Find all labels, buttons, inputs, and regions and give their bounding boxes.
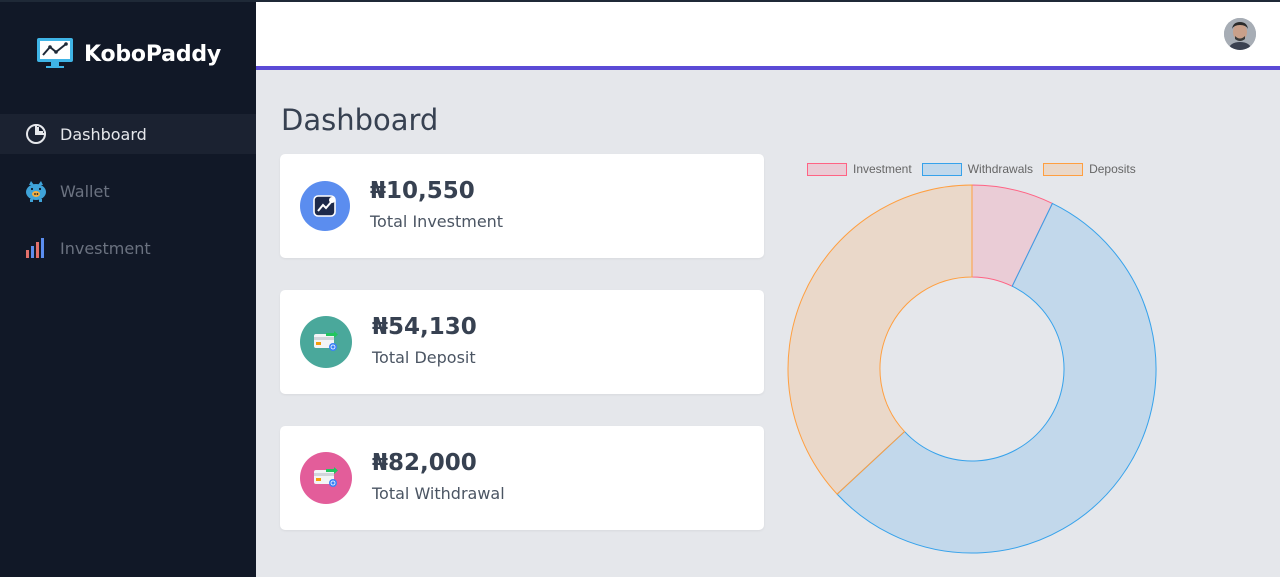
sidebar-item-label: Investment (60, 238, 151, 258)
header-accent-line (256, 66, 1280, 70)
sidebar: KoboPaddy Dashboard Wallet Investment (0, 0, 256, 577)
sidebar-item-wallet[interactable]: Wallet (0, 171, 256, 211)
monitor-chart-logo-icon (37, 38, 73, 68)
card-icon-circle (300, 181, 350, 231)
sidebar-item-label: Wallet (60, 181, 110, 201)
total-deposit-label: Total Deposit (372, 348, 476, 367)
piggy-bank-icon (24, 179, 48, 203)
total-withdrawal-card: ₦82,000 Total Withdrawal (280, 426, 764, 530)
sidebar-item-dashboard[interactable]: Dashboard (0, 114, 256, 154)
total-withdrawal-value: ₦82,000 (372, 450, 477, 476)
sidebar-item-label: Dashboard (60, 124, 147, 144)
window-top-border (0, 0, 1280, 2)
page-title: Dashboard (281, 103, 439, 137)
sidebar-item-investment[interactable]: Investment (0, 228, 256, 268)
total-investment-value: ₦10,550 (370, 178, 475, 204)
brand[interactable]: KoboPaddy (35, 37, 221, 71)
doughnut-chart: Investment Withdrawals Deposits (780, 154, 1164, 564)
card-icon-circle (300, 316, 352, 368)
bar-chart-icon (24, 236, 48, 260)
chart-slice-deposits[interactable] (787, 184, 973, 495)
card-icon-circle (300, 452, 352, 504)
total-investment-label: Total Investment (370, 212, 504, 231)
doughnut-chart-svg (787, 184, 1157, 554)
pie-chart-icon (24, 122, 48, 146)
user-avatar[interactable] (1224, 18, 1256, 50)
top-bar (256, 2, 1280, 66)
total-deposit-value: ₦54,130 (372, 314, 477, 340)
credit-card-icon (314, 467, 338, 487)
credit-card-icon (314, 331, 338, 351)
total-withdrawal-label: Total Withdrawal (372, 484, 505, 503)
total-deposit-card: ₦54,130 Total Deposit (280, 290, 764, 394)
total-investment-card: ₦10,550 Total Investment (280, 154, 764, 258)
investment-chart-icon (313, 195, 336, 217)
app-name: KoboPaddy (84, 41, 222, 67)
